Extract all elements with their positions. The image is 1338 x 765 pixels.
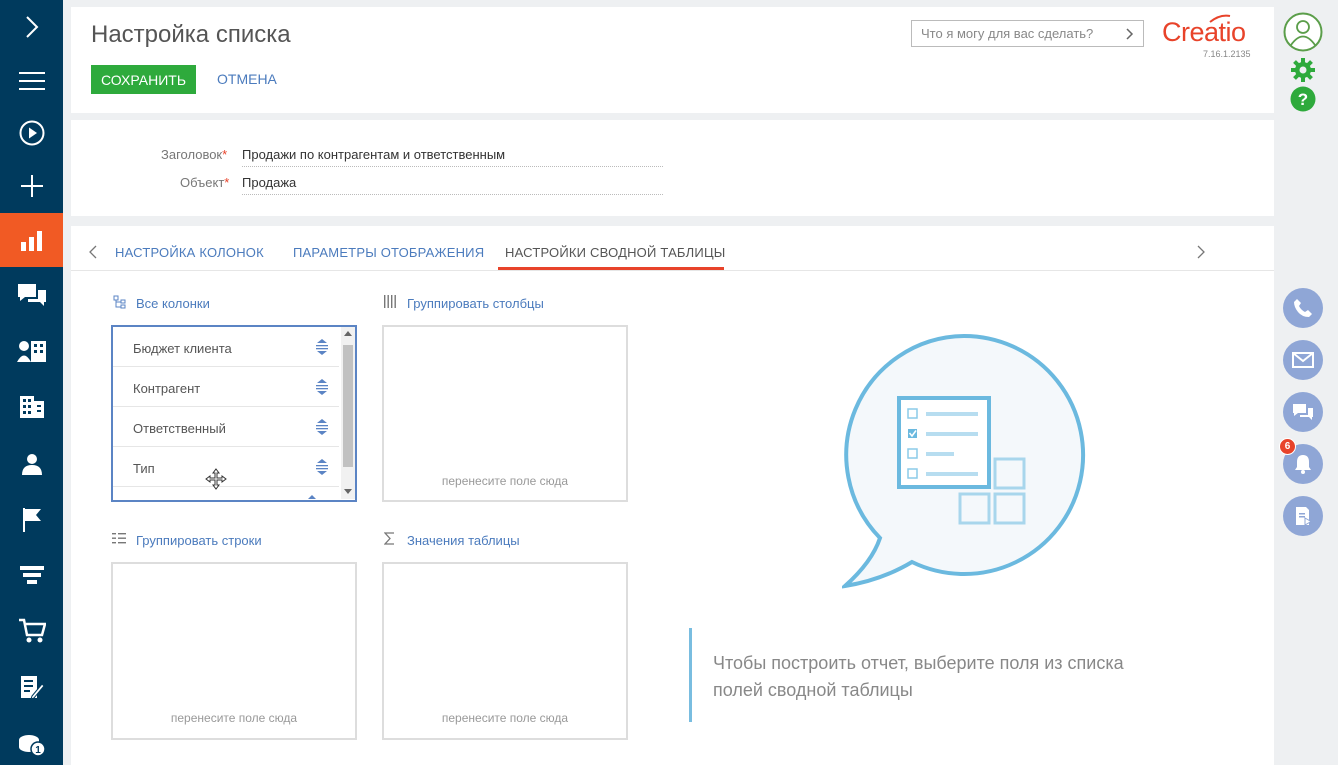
user-icon[interactable] xyxy=(0,437,63,491)
page-title: Настройка списка xyxy=(91,21,291,48)
expand-chevron-icon[interactable] xyxy=(0,0,63,54)
tab-column-settings[interactable]: НАСТРОЙКА КОЛОНОК xyxy=(115,245,264,260)
required-mark: * xyxy=(224,175,230,190)
values-title: Значения таблицы xyxy=(407,533,520,548)
group-rows-title: Группировать строки xyxy=(136,533,262,548)
pivot-settings-panel: НАСТРОЙКА КОЛОНОК ПАРАМЕТРЫ ОТОБРАЖЕНИЯ … xyxy=(71,226,1274,765)
chat-icon xyxy=(1293,404,1313,420)
header-panel: Настройка списка СОХРАНИТЬ ОТМЕНА Что я … xyxy=(71,7,1274,113)
list-item-label: Бюджет клиента xyxy=(133,341,232,356)
list-item[interactable]: Бюджет клиента xyxy=(113,327,339,367)
empty-state-line2: полей сводной таблицы xyxy=(713,680,913,700)
object-field-label: Объект* xyxy=(180,175,229,190)
list-settings-form: Заголовок* Продажи по контрагентам и отв… xyxy=(71,120,1274,216)
feed-icon[interactable] xyxy=(0,268,63,322)
chevron-right-icon xyxy=(1126,27,1134,40)
list-item-label: Ответственный xyxy=(133,421,226,436)
menu-icon[interactable] xyxy=(0,54,63,108)
list-item[interactable]: Ответственный xyxy=(113,407,339,447)
save-button[interactable]: СОХРАНИТЬ xyxy=(91,65,196,94)
required-mark: * xyxy=(222,147,228,162)
all-columns-list[interactable]: Бюджет клиента Контрагент Ответственный … xyxy=(111,325,357,502)
notifications-button[interactable]: 6 xyxy=(1279,438,1323,484)
user-profile-avatar-icon[interactable] xyxy=(1283,12,1323,52)
title-field-label: Заголовок* xyxy=(161,147,227,162)
app-version: 7.16.1.2135 xyxy=(1203,49,1251,59)
add-icon[interactable] xyxy=(0,159,63,213)
empty-state-line1: Чтобы построить отчет, выберите поля из … xyxy=(713,653,1124,673)
drag-sort-icon[interactable] xyxy=(315,338,329,356)
pivot-empty-illustration xyxy=(842,334,1086,589)
values-dropzone[interactable]: перенесите поле сюда xyxy=(382,562,628,740)
group-columns-title: Группировать столбцы xyxy=(407,296,544,311)
rows-icon xyxy=(112,533,126,544)
notification-count-badge: 6 xyxy=(1279,438,1296,455)
info-accent-bar xyxy=(689,628,692,722)
drag-sort-icon[interactable] xyxy=(315,418,329,436)
command-search-input[interactable]: Что я могу для вас сделать? xyxy=(911,20,1144,47)
document-play-icon xyxy=(1296,507,1312,526)
list-item-label: Тип xyxy=(133,461,155,476)
contacts-accounts-icon[interactable] xyxy=(0,324,63,378)
cart-icon[interactable] xyxy=(0,604,63,658)
tabs-scroll-right-icon[interactable] xyxy=(1197,245,1205,259)
title-field[interactable]: Продажи по контрагентам и ответственным xyxy=(242,147,663,167)
flag-icon[interactable] xyxy=(0,493,63,547)
chat-button[interactable] xyxy=(1283,392,1323,432)
tab-pivot-settings[interactable]: НАСТРОЙКИ СВОДНОЙ ТАБЛИЦЫ xyxy=(505,245,725,260)
active-tab-indicator xyxy=(498,267,724,270)
drop-hint: перенесите поле сюда xyxy=(170,711,298,725)
list-item[interactable]: Контрагент xyxy=(113,367,339,407)
object-field[interactable]: Продажа xyxy=(242,175,663,195)
coins-icon[interactable]: 1 xyxy=(0,716,63,765)
gear-icon[interactable] xyxy=(1290,57,1316,83)
analytics-icon[interactable] xyxy=(0,213,63,267)
email-button[interactable] xyxy=(1283,340,1323,380)
scroll-up-icon[interactable] xyxy=(344,331,352,336)
help-icon[interactable]: ? xyxy=(1290,86,1316,112)
title-label-text: Заголовок xyxy=(161,147,223,162)
drag-sort-icon[interactable] xyxy=(315,458,329,476)
coins-badge: 1 xyxy=(35,745,41,756)
empty-state-message: Чтобы построить отчет, выберите поля из … xyxy=(713,650,1193,704)
play-icon[interactable] xyxy=(0,106,63,160)
drop-hint: перенесите поле сюда xyxy=(441,711,569,725)
envelope-icon xyxy=(1292,352,1314,368)
move-cursor-icon xyxy=(205,468,227,490)
sigma-icon xyxy=(384,532,394,545)
group-columns-dropzone[interactable]: перенесите поле сюда xyxy=(382,325,628,502)
drop-hint: перенесите поле сюда xyxy=(441,474,569,488)
phone-button[interactable] xyxy=(1283,288,1323,328)
left-navigation: 1 xyxy=(0,0,63,765)
command-search-placeholder: Что я могу для вас сделать? xyxy=(921,26,1094,41)
document-edit-icon[interactable] xyxy=(0,660,63,714)
partial-drag-sort-icon xyxy=(308,495,316,499)
bell-icon xyxy=(1295,455,1311,474)
building-icon[interactable] xyxy=(0,380,63,434)
right-sidebar: ? 6 xyxy=(1275,0,1338,765)
tab-display-params[interactable]: ПАРАМЕТРЫ ОТОБРАЖЕНИЯ xyxy=(293,245,484,260)
scroll-thumb[interactable] xyxy=(343,345,353,467)
processes-button[interactable] xyxy=(1283,496,1323,536)
list-scrollbar[interactable] xyxy=(341,327,355,499)
tree-icon xyxy=(113,295,126,309)
list-item-label: Контрагент xyxy=(133,381,201,396)
tab-bar: НАСТРОЙКА КОЛОНОК ПАРАМЕТРЫ ОТОБРАЖЕНИЯ … xyxy=(71,226,1274,271)
drag-sort-icon[interactable] xyxy=(315,378,329,396)
object-label-text: Объект xyxy=(180,175,225,190)
svg-text:?: ? xyxy=(1298,90,1308,109)
scroll-down-icon[interactable] xyxy=(344,489,352,494)
group-rows-dropzone[interactable]: перенесите поле сюда xyxy=(111,562,357,740)
all-columns-title: Все колонки xyxy=(136,296,210,311)
creatio-logo: Creatio xyxy=(1162,17,1246,47)
cancel-button[interactable]: ОТМЕНА xyxy=(217,71,277,87)
funnel-icon[interactable] xyxy=(0,549,63,603)
phone-icon xyxy=(1294,299,1312,317)
tabs-scroll-left-icon[interactable] xyxy=(89,245,97,259)
columns-icon xyxy=(384,295,396,308)
